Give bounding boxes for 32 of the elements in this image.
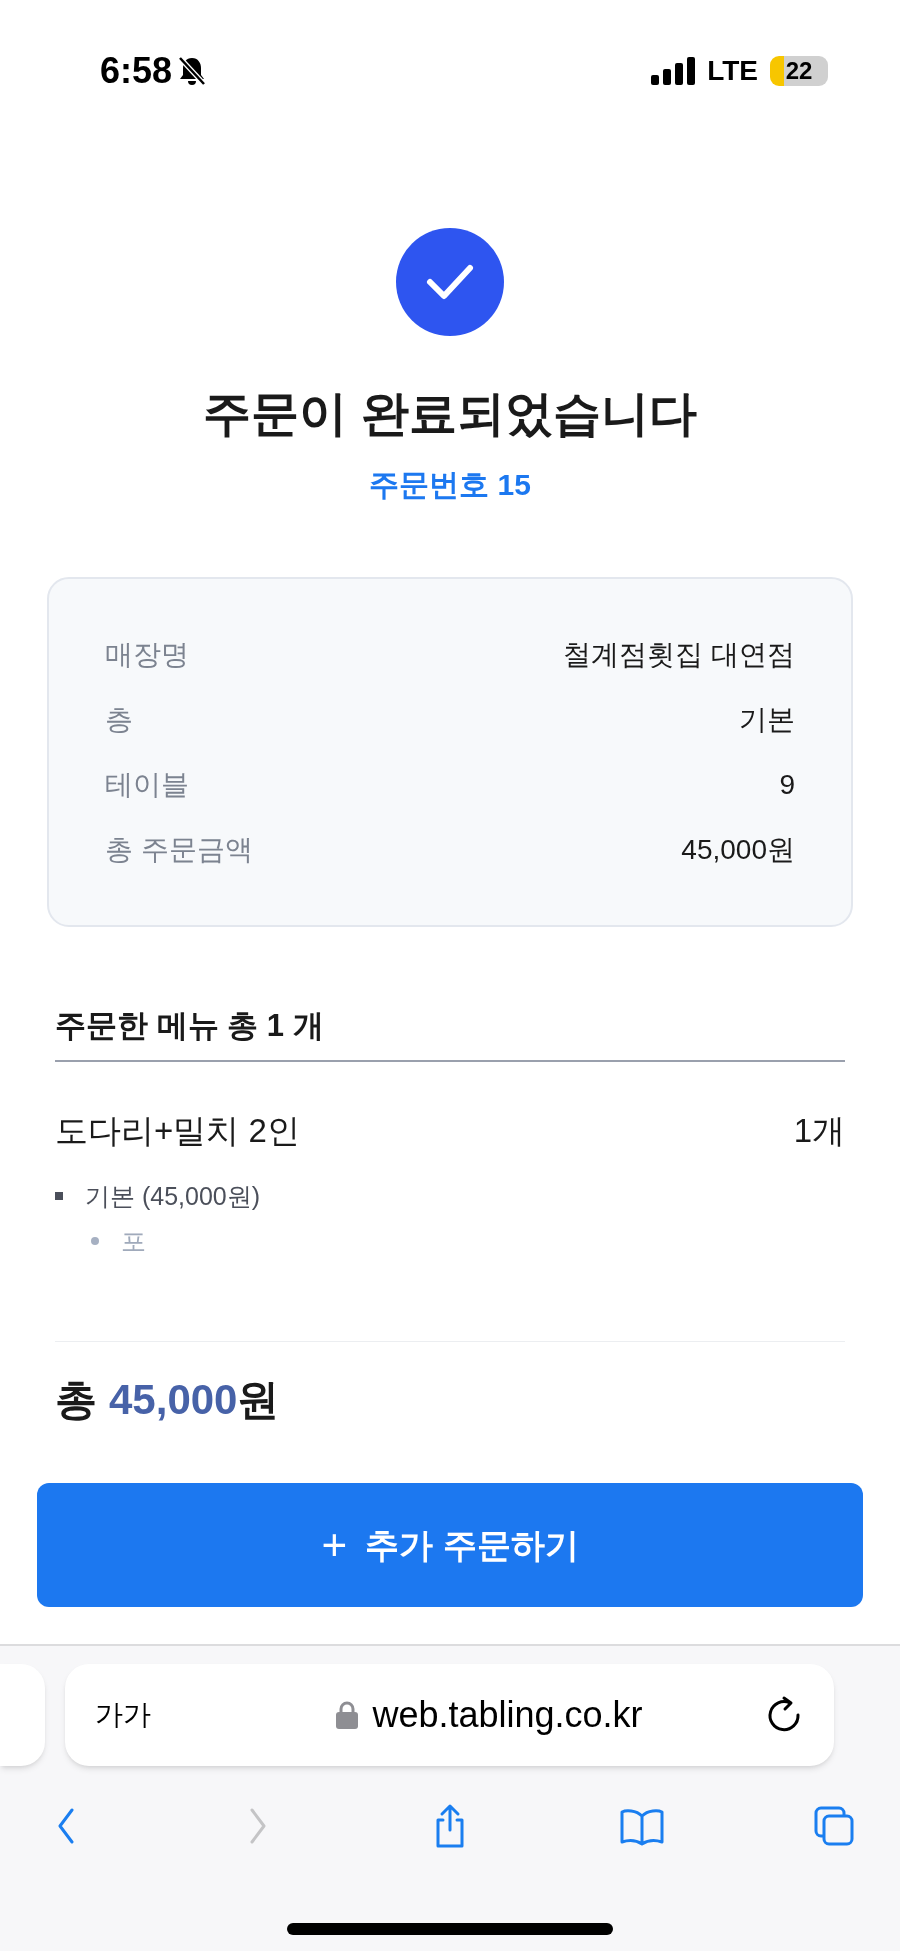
signal-icon [651,57,696,85]
total-label: 총 [55,1375,97,1425]
square-bullet-icon [55,1192,63,1200]
info-label: 총 주문금액 [105,832,253,867]
status-time: 6:58 [100,49,173,93]
info-value: 철계점횟집 대연점 [563,637,795,672]
total-amount: 45,000원 [109,1375,280,1425]
plus-icon: + [321,1523,348,1567]
info-value: 45,000원 [681,832,795,867]
info-value: 9 [779,767,795,802]
forward-icon [250,1808,266,1844]
menu-option: 포 [121,1221,146,1261]
back-icon [58,1808,74,1844]
menu-option: 기본 (45,000원) [85,1171,261,1221]
url-text: web.tabling.co.kr [372,1693,643,1737]
order-number: 주문번호 15 [369,467,531,503]
menu-item-name: 도다리+밀치 2인 [55,1110,300,1151]
network-label: LTE [707,54,758,88]
info-label: 층 [105,702,133,737]
lock-icon [336,1701,359,1729]
address-bar[interactable]: 가가 web.tabling.co.kr [65,1664,834,1766]
page-title: 주문이 완료되었습니다 [203,386,697,442]
text-size-button[interactable]: 가가 [95,1694,215,1736]
add-order-button[interactable]: + 추가 주문하기 [37,1483,863,1607]
section-title: 주문한 메뉴 총 1 개 [55,1008,324,1043]
info-label: 테이블 [105,767,189,802]
dot-bullet-icon [91,1237,99,1245]
check-icon [396,228,504,336]
info-value: 기본 [739,702,795,737]
info-label: 매장명 [105,637,189,672]
menu-item-quantity: 1개 [793,1110,845,1151]
battery-level: 22 [785,59,813,83]
